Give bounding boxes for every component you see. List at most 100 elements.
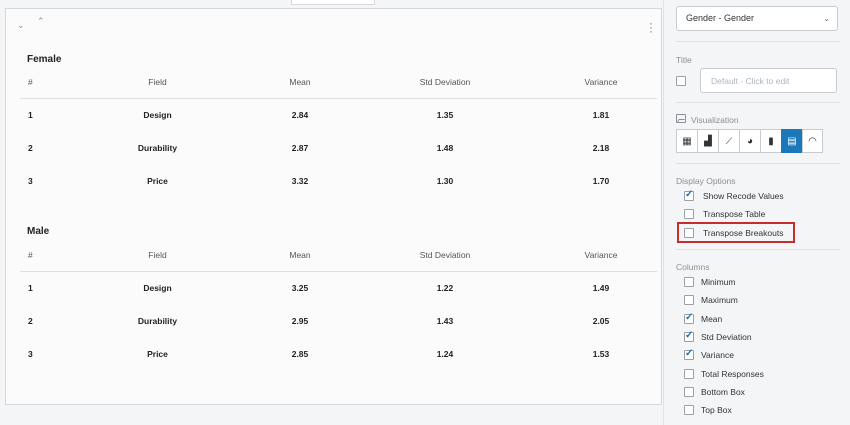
expand-chevron-icon[interactable]: ⌃ xyxy=(37,16,45,27)
variance-checkbox[interactable] xyxy=(684,348,694,360)
table-panel: ⌄ ⌃ · · · Female # Field Mean Std Deviatio… xyxy=(5,0,662,405)
header-variance: Variance xyxy=(545,239,657,272)
header-field: Field xyxy=(60,239,255,272)
mean-checkbox[interactable] xyxy=(684,312,694,324)
group-title-male: Male xyxy=(27,226,50,237)
male-stats-table: # Field Mean Std Deviation Variance 1 De… xyxy=(20,239,657,370)
group-title-female: Female xyxy=(27,54,62,65)
minimum-label: Minimum xyxy=(701,277,736,287)
table-header-row: # Field Mean Std Deviation Variance xyxy=(20,66,657,99)
visualization-picker: ▦ ▟ ⟋ ◕ ▮ ▤ ◠ xyxy=(676,129,823,153)
cell-mean: 3.32 xyxy=(291,175,309,186)
table-row: 2 Durability 2.87 1.48 2.18 xyxy=(20,131,657,164)
header-index: # xyxy=(20,239,60,272)
cell-field: Design xyxy=(143,109,172,120)
cell-mean: 2.85 xyxy=(291,348,309,359)
visualization-label: Visualization xyxy=(691,115,739,125)
table-icon[interactable]: ▦ xyxy=(676,129,697,153)
cell-std-deviation: 1.30 xyxy=(436,175,454,186)
title-checkbox[interactable] xyxy=(676,76,686,86)
cell-variance: 1.81 xyxy=(592,109,610,120)
cell-field: Price xyxy=(147,348,168,359)
bottom-box-checkbox[interactable] xyxy=(684,387,694,397)
show-recode-values-label: Show Recode Values xyxy=(703,191,784,201)
line-chart-icon[interactable]: ⟋ xyxy=(718,129,739,153)
more-options-icon[interactable]: · · · xyxy=(648,17,654,37)
variance-label: Variance xyxy=(701,350,734,360)
transpose-table-checkbox[interactable] xyxy=(684,209,694,219)
cell-variance: 1.70 xyxy=(592,175,610,186)
pie-chart-icon[interactable]: ◕ xyxy=(739,129,760,153)
cell-std-deviation: 1.48 xyxy=(436,142,454,153)
header-std-deviation: Std Deviation xyxy=(345,66,545,99)
panel-top-tab[interactable] xyxy=(291,0,375,5)
header-mean: Mean xyxy=(255,66,345,99)
show-recode-values-checkbox[interactable] xyxy=(684,189,694,201)
minimum-checkbox[interactable] xyxy=(684,277,694,287)
cell-std-deviation: 1.43 xyxy=(436,315,454,326)
title-input[interactable]: Default - Click to edit xyxy=(700,68,837,93)
cell-mean: 2.87 xyxy=(291,142,309,153)
breakout-select-value: Gender - Gender xyxy=(686,13,755,23)
header-variance: Variance xyxy=(545,66,657,99)
display-options-label: Display Options xyxy=(676,176,736,186)
bar-chart-icon[interactable]: ▟ xyxy=(697,129,718,153)
std-deviation-label: Std Deviation xyxy=(701,332,752,342)
settings-sidebar: Gender - Gender ⌄ Title Default - Click … xyxy=(663,0,850,425)
cell-std-deviation: 1.24 xyxy=(436,348,454,359)
table-row: 2 Durability 2.95 1.43 2.05 xyxy=(20,304,657,337)
cell-std-deviation: 1.35 xyxy=(436,109,454,120)
cell-variance: 1.53 xyxy=(592,348,610,359)
table-header-row: # Field Mean Std Deviation Variance xyxy=(20,239,657,272)
transpose-table-label: Transpose Table xyxy=(703,209,766,219)
table-row: 3 Price 2.85 1.24 1.53 xyxy=(20,337,657,370)
cell-index: 2 xyxy=(28,315,33,326)
visualization-icon xyxy=(676,114,686,123)
total-responses-checkbox[interactable] xyxy=(684,369,694,379)
cell-field: Price xyxy=(147,175,168,186)
cell-field: Durability xyxy=(137,315,178,326)
maximum-checkbox[interactable] xyxy=(684,295,694,305)
female-stats-table: # Field Mean Std Deviation Variance 1 De… xyxy=(20,66,657,197)
cell-index: 3 xyxy=(28,348,33,359)
highlight-box xyxy=(677,222,795,243)
maximum-label: Maximum xyxy=(701,295,738,305)
cell-index: 1 xyxy=(28,109,33,120)
cell-mean: 2.95 xyxy=(291,315,309,326)
gauge-icon[interactable]: ◠ xyxy=(802,129,823,153)
header-index: # xyxy=(20,66,60,99)
mean-label: Mean xyxy=(701,314,723,324)
cell-index: 2 xyxy=(28,142,33,153)
cell-std-deviation: 1.22 xyxy=(436,282,454,293)
table-row: 1 Design 3.25 1.22 1.49 xyxy=(20,271,657,304)
cell-variance: 2.18 xyxy=(592,142,610,153)
data-table-icon[interactable]: ▤ xyxy=(781,129,802,153)
cell-variance: 2.05 xyxy=(592,315,610,326)
cell-mean: 2.84 xyxy=(291,109,309,120)
collapse-chevron-icon[interactable]: ⌄ xyxy=(17,20,25,31)
table-row: 1 Design 2.84 1.35 1.81 xyxy=(20,98,657,131)
cell-index: 1 xyxy=(28,282,33,293)
top-box-label: Top Box xyxy=(701,405,732,415)
cell-variance: 1.49 xyxy=(592,282,610,293)
breakout-select[interactable]: Gender - Gender ⌄ xyxy=(676,6,838,31)
cell-mean: 3.25 xyxy=(291,282,309,293)
cell-field: Design xyxy=(143,282,172,293)
divider xyxy=(676,102,840,103)
divider xyxy=(676,163,840,164)
stacked-bar-icon[interactable]: ▮ xyxy=(760,129,781,153)
header-field: Field xyxy=(60,66,255,99)
divider xyxy=(676,249,840,250)
bottom-box-label: Bottom Box xyxy=(701,387,745,397)
std-deviation-checkbox[interactable] xyxy=(684,330,694,342)
cell-field: Durability xyxy=(137,142,178,153)
table-row: 3 Price 3.32 1.30 1.70 xyxy=(20,164,657,197)
cell-index: 3 xyxy=(28,175,33,186)
top-box-checkbox[interactable] xyxy=(684,405,694,415)
title-label: Title xyxy=(676,55,692,65)
divider xyxy=(676,41,840,42)
columns-label: Columns xyxy=(676,262,710,272)
header-std-deviation: Std Deviation xyxy=(345,239,545,272)
total-responses-label: Total Responses xyxy=(701,369,764,379)
header-mean: Mean xyxy=(255,239,345,272)
